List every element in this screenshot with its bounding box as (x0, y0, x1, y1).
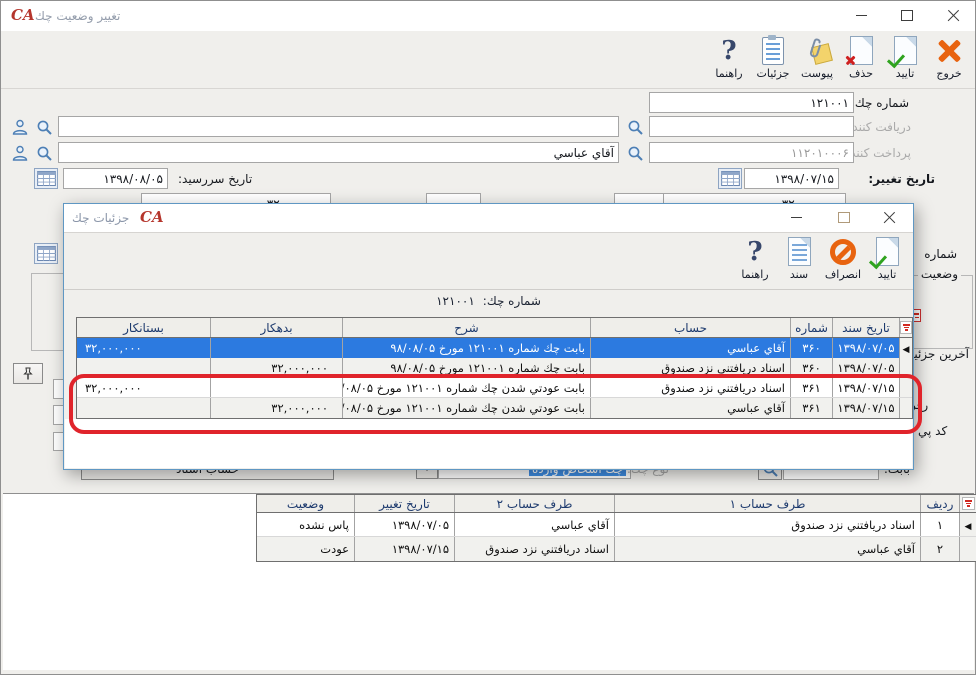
calendar-icon (721, 171, 740, 186)
code-label-fragment: كد پي (918, 424, 947, 438)
change-date-label: تاريخ تغيير: (868, 172, 935, 186)
close-button[interactable] (938, 1, 968, 29)
change-date-calendar-button[interactable] (718, 168, 742, 189)
search-icon (36, 145, 53, 162)
status-group-label: وضعيت (918, 267, 961, 281)
help-button[interactable]: راهنما (707, 33, 751, 88)
close-icon (883, 211, 896, 224)
due-date-label: تاريخ سررسيد: (178, 172, 252, 186)
history-panel: رديف طرف حساب ۱ طرف حساب ۲ تاريخ تغيير و… (3, 493, 974, 670)
minimize-button[interactable] (846, 1, 876, 29)
close-icon (947, 9, 960, 22)
payer-account-field[interactable]: آقاي عباسي (58, 142, 619, 163)
confirm-icon (876, 237, 899, 266)
last-details-label-fragment: آخرين جزئيا (911, 347, 969, 361)
payer-account-search-button[interactable] (34, 143, 55, 163)
history-table-header: رديف طرف حساب ۱ طرف حساب ۲ تاريخ تغيير و… (257, 495, 976, 513)
dialog-toolbar: تاييد انصراف سند راهنما (64, 232, 913, 290)
dialog-logo-icon: CA (140, 210, 164, 225)
question-mark-icon (721, 38, 736, 64)
dialog-cancel-button[interactable]: انصراف (821, 234, 865, 289)
payer-person-button[interactable] (9, 142, 31, 163)
pin-button[interactable] (13, 363, 43, 384)
dialog-help-button[interactable]: راهنما (733, 234, 777, 289)
filter-icon[interactable] (899, 318, 912, 337)
ledger-table-header: تاريخ سند شماره حساب شرح بدهكار بستانكار (77, 318, 912, 338)
details-button[interactable]: جزئيات (751, 33, 795, 88)
hidden-calendar-button[interactable] (34, 243, 58, 264)
filter-icon[interactable] (959, 495, 976, 512)
window-title: تغيير وضعيت چك (35, 9, 120, 23)
delete-button[interactable]: حذف (839, 33, 883, 88)
calendar-icon (37, 171, 56, 186)
attachment-button[interactable]: پيوست (795, 33, 839, 88)
clipboard-icon (762, 37, 784, 65)
due-date-field[interactable]: ۱۳۹۸/۰۸/۰۵ (63, 168, 168, 189)
document-icon (788, 237, 811, 266)
search-icon (36, 119, 53, 136)
pushpin-icon (21, 367, 35, 381)
receiver-account-field[interactable] (58, 116, 619, 137)
person-icon (11, 144, 29, 162)
confirm-button[interactable]: تاييد (883, 33, 927, 88)
minimize-icon (856, 15, 867, 16)
receiver-field[interactable] (649, 116, 854, 137)
exit-button[interactable]: خروج (927, 33, 971, 88)
due-date-calendar-button[interactable] (34, 168, 58, 189)
change-date-field[interactable]: ۱۳۹۸/۰۷/۱۵ (744, 168, 839, 189)
person-icon (11, 118, 29, 136)
dialog-minimize-button[interactable] (781, 204, 811, 231)
doc-number-label-fragment: شماره (924, 247, 957, 261)
search-icon (627, 145, 644, 162)
calendar-icon (37, 246, 56, 261)
dialog-check-number-label: شماره چك: (483, 294, 541, 308)
maximize-icon (838, 212, 850, 223)
dialog-titlebar: جزئيات چك CA (64, 204, 913, 233)
paperclip-icon (804, 36, 831, 65)
current-row-icon (965, 518, 972, 532)
receiver-account-search-button[interactable] (34, 117, 55, 137)
current-row-icon (903, 341, 910, 355)
main-toolbar: خروج تاييد حذف پيوست جزئيات راهنما (1, 31, 975, 89)
exit-icon (937, 38, 962, 63)
receiver-person-button[interactable] (9, 116, 31, 137)
table-row[interactable]: ۲ آقاي عباسي اسناد دريافتني نزد صندوق ۱۳… (257, 537, 976, 561)
dialog-check-number-value: ۱۲۱۰۰۱ (436, 294, 475, 308)
app-logo-icon: CA (11, 8, 35, 23)
red-highlight-annotation (69, 374, 922, 434)
table-row[interactable]: ۱ اسناد دريافتني نزد صندوق آقاي عباسي ۱۳… (257, 513, 976, 537)
receiver-search-button[interactable] (625, 117, 646, 137)
dialog-title: جزئيات چك (72, 211, 129, 225)
dialog-close-button[interactable] (874, 204, 904, 231)
maximize-button[interactable] (892, 1, 922, 29)
cancel-icon (830, 239, 856, 265)
delete-icon (850, 36, 873, 65)
dialog-voucher-button[interactable]: سند (777, 234, 821, 289)
table-row-selected[interactable]: ۱۳۹۸/۰۷/۰۵ ۳۶۰ آقاي عباسي بابت چك شماره … (77, 338, 912, 358)
question-mark-icon (747, 239, 762, 265)
maximize-icon (901, 10, 913, 21)
main-titlebar: CA تغيير وضعيت چك (1, 1, 975, 31)
payer-field[interactable]: ۱۱۲۰۱۰۰۰۶ (649, 142, 854, 163)
dialog-check-number: شماره چك: ۱۲۱۰۰۱ (64, 294, 913, 308)
search-icon (627, 119, 644, 136)
confirm-icon (894, 36, 917, 65)
dialog-maximize-button[interactable] (829, 204, 859, 231)
check-number-field[interactable]: ۱۲۱۰۰۱ (649, 92, 854, 113)
payer-search-button[interactable] (625, 143, 646, 163)
dialog-confirm-button[interactable]: تاييد (865, 234, 909, 289)
history-table: رديف طرف حساب ۱ طرف حساب ۲ تاريخ تغيير و… (256, 494, 976, 562)
minimize-icon (791, 217, 802, 218)
check-number-label: شماره چك: (851, 96, 909, 110)
